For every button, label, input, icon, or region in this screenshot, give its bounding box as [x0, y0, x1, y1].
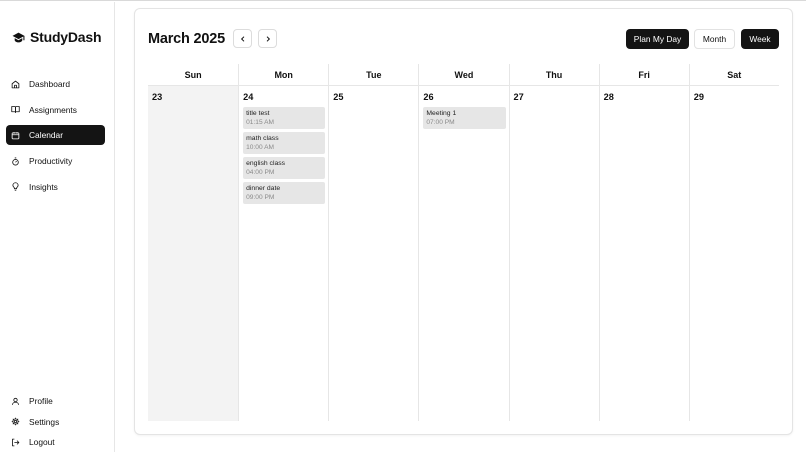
day-cell-24[interactable]: 24 title test 01:15 AM math class 10:00 … [238, 86, 328, 421]
event-item[interactable]: Meeting 1 07:00 PM [423, 107, 506, 129]
nav-label: Dashboard [29, 79, 70, 89]
day-number: 25 [333, 92, 344, 102]
nav-item-insights[interactable]: Insights [6, 177, 105, 197]
nav-item-profile[interactable]: Profile [6, 391, 105, 411]
account-nav: Profile Settings Logout [6, 391, 105, 452]
nav-item-calendar[interactable]: Calendar [6, 125, 105, 146]
nav-item-settings[interactable]: Settings [6, 412, 105, 432]
weekday-fri: Fri [598, 64, 689, 85]
week-row: 23 24 title test 01:15 AM math class 10:… [148, 86, 779, 421]
day-number: 24 [243, 92, 254, 102]
day-cell-28[interactable]: 28 [598, 86, 689, 421]
chevron-left-icon [240, 35, 244, 42]
nav-label: Logout [29, 437, 55, 447]
plan-my-day-button[interactable]: Plan My Day [626, 29, 689, 49]
day-number: 26 [423, 92, 434, 102]
user-icon [12, 397, 19, 405]
event-title: math class [246, 135, 279, 142]
weekday-sat: Sat [688, 64, 779, 85]
calendar-icon [11, 132, 20, 140]
nav-item-productivity[interactable]: Productivity [6, 151, 105, 171]
event-title: Meeting 1 [426, 110, 457, 117]
day-number: 28 [603, 92, 614, 102]
nav-label: Calendar [29, 130, 63, 141]
prev-week-button[interactable] [233, 29, 252, 48]
chevron-right-icon [266, 35, 270, 42]
main-nav: Dashboard Assignments Calendar Productiv… [6, 74, 105, 202]
day-number: 23 [152, 92, 163, 102]
month-view-button[interactable]: Month [694, 29, 735, 49]
weekday-sun: Sun [184, 70, 202, 80]
lightbulb-icon [12, 182, 19, 191]
day-number: 27 [513, 92, 524, 102]
nav-label: Settings [29, 416, 60, 427]
day-cell-23[interactable]: 23 [148, 86, 239, 421]
event-title: title test [246, 110, 270, 117]
logout-icon [12, 438, 20, 446]
weekday-header: Sun Mon Tue Wed Thu Fri Sat [148, 64, 779, 86]
event-time: 10:00 AM [246, 144, 274, 151]
event-time: 09:00 PM [246, 194, 275, 201]
weekday-wed: Wed [418, 64, 508, 85]
event-item[interactable]: math class 10:00 AM [243, 132, 326, 154]
week-view-button[interactable]: Week [741, 29, 779, 49]
nav-label: Assignments [29, 104, 77, 115]
graduation-cap-icon [12, 31, 25, 44]
weekday-thu: Thu [508, 64, 599, 85]
event-time: 01:15 AM [246, 119, 274, 126]
sidebar: StudyDash Dashboard Assignments Calendar… [0, 2, 115, 452]
nav-item-dashboard[interactable]: Dashboard [6, 74, 105, 94]
day-cell-29[interactable]: 29 [688, 86, 779, 421]
event-title: dinner date [246, 185, 281, 192]
nav-label: Insights [29, 181, 58, 192]
app-name: StudyDash [30, 29, 102, 45]
event-item[interactable]: dinner date 09:00 PM [243, 182, 326, 204]
brand[interactable]: StudyDash [12, 29, 102, 45]
day-number: 29 [693, 92, 704, 102]
calendar-title: March 2025 [148, 31, 225, 47]
book-icon [11, 106, 20, 114]
event-time: 04:00 PM [246, 169, 275, 176]
timer-icon [12, 157, 19, 166]
week-grid: Sun Mon Tue Wed Thu Fri Sat 23 24 title … [148, 64, 779, 421]
event-item[interactable]: title test 01:15 AM [243, 107, 326, 129]
nav-label: Profile [29, 396, 53, 406]
home-icon [11, 80, 20, 88]
next-week-button[interactable] [258, 29, 277, 48]
event-title: english class [246, 160, 286, 167]
event-time: 07:00 PM [426, 119, 455, 126]
day-cell-26[interactable]: 26 Meeting 1 07:00 PM [418, 86, 508, 421]
calendar-card: March 2025 Plan My Day Month Week Sun Mo… [134, 8, 793, 435]
nav-label: Productivity [29, 156, 73, 167]
day-cell-25[interactable]: 25 [328, 86, 418, 421]
nav-item-assignments[interactable]: Assignments [6, 100, 105, 120]
nav-item-logout[interactable]: Logout [6, 432, 105, 452]
day-cell-27[interactable]: 27 [508, 86, 599, 421]
weekday-tue: Tue [328, 64, 418, 85]
event-item[interactable]: english class 04:00 PM [243, 157, 326, 179]
weekday-mon: Mon [238, 64, 328, 85]
gear-icon [11, 417, 20, 426]
